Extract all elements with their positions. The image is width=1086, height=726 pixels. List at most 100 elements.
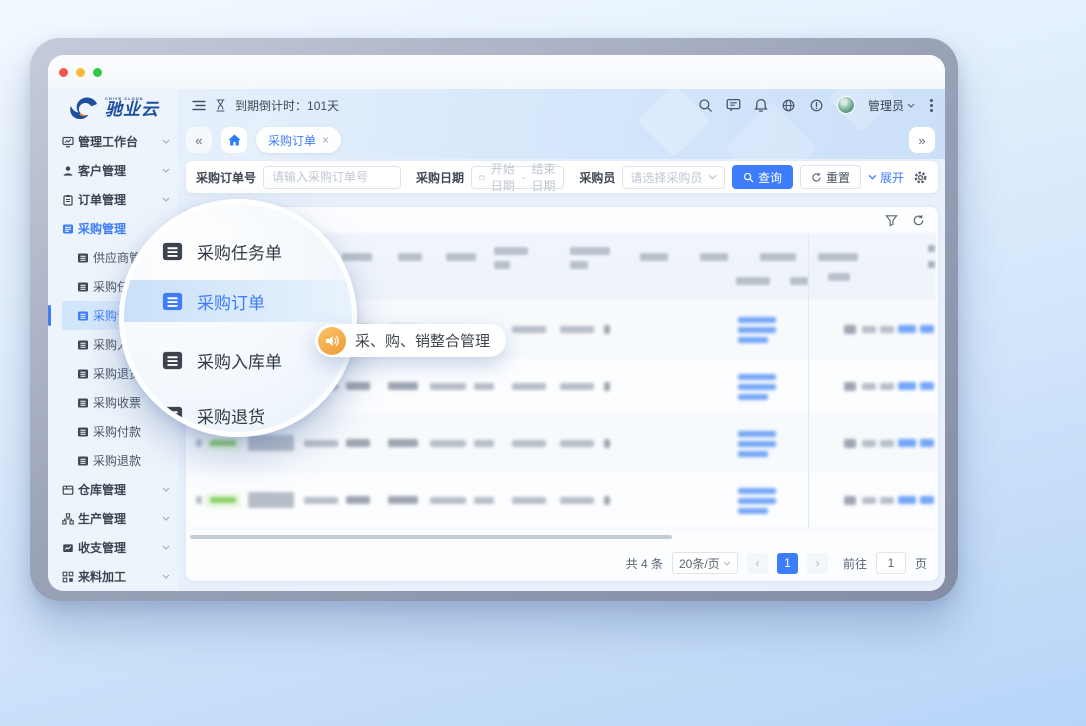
chevron-down-icon <box>868 174 877 180</box>
blurred-cell <box>844 496 856 505</box>
tabs-scroll-right-button[interactable]: » <box>909 127 935 153</box>
processing-icon <box>62 571 74 583</box>
blurred-cell <box>604 439 610 448</box>
pagination-total: 共 4 条 <box>626 555 663 572</box>
blurred-cell <box>248 435 294 451</box>
reset-button[interactable]: 重置 <box>800 165 861 189</box>
list-icon <box>77 252 89 264</box>
window-titlebar <box>48 55 945 89</box>
sidebar-submenu-item[interactable]: 采购退款 <box>62 446 178 475</box>
goto-page-input[interactable] <box>876 552 906 574</box>
page-1-button[interactable]: 1 <box>777 553 798 574</box>
blurred-cell <box>248 492 294 508</box>
blurred-cell <box>640 253 668 261</box>
horizontal-scrollbar[interactable] <box>186 533 938 541</box>
sidebar-item-customers[interactable]: 客户管理 <box>48 156 178 185</box>
blurred-cell <box>474 497 494 504</box>
blurred-cell <box>738 327 776 333</box>
sidebar-item-processing[interactable]: 来料加工 <box>48 562 178 591</box>
sidebar-item-label: 订单管理 <box>78 191 126 208</box>
list-icon <box>161 404 184 427</box>
user-avatar[interactable] <box>837 96 855 114</box>
blurred-cell <box>346 382 370 390</box>
chevron-down-icon <box>907 103 915 108</box>
prev-page-button[interactable]: ‹ <box>747 553 768 574</box>
sidebar-item-workbench[interactable]: 管理工作台 <box>48 127 178 156</box>
status-badge <box>205 436 241 451</box>
magnified-item-purchase-task[interactable]: 采购任务单 <box>124 230 352 272</box>
speaker-icon <box>318 327 346 355</box>
desktop-background: CHIYE CLOUD 驰业云 管理工作台 客户管理 <box>0 0 1086 726</box>
order-no-input[interactable] <box>263 166 401 189</box>
next-page-button[interactable]: › <box>807 553 828 574</box>
blurred-cell <box>388 439 418 447</box>
filter-funnel-icon[interactable] <box>885 214 898 227</box>
blurred-cell <box>920 496 934 504</box>
buyer-select[interactable]: 请选择采购员 <box>622 166 725 189</box>
expand-filters-link[interactable]: 展开 <box>868 169 904 186</box>
header-banner: 到期倒计时：101天 管理员 <box>178 89 945 159</box>
blurred-cell <box>738 498 776 504</box>
hourglass-icon <box>215 99 226 112</box>
blurred-cell <box>700 253 728 261</box>
search-button[interactable]: 查询 <box>732 165 793 189</box>
blurred-cell <box>862 497 876 504</box>
tab-purchase-order[interactable]: 采购订单 × <box>256 127 341 153</box>
page-size-select[interactable]: 20条/页 <box>672 552 738 574</box>
blurred-cell <box>738 508 768 514</box>
blurred-cell <box>738 337 768 343</box>
message-icon[interactable] <box>726 98 741 112</box>
sidebar-item-label: 客户管理 <box>78 162 126 179</box>
magnifier-circle: 采购任务单 采购订单 采购入库单 采购退货 <box>119 199 357 437</box>
tab-bar: « 采购订单 × » <box>178 121 945 159</box>
minimize-window-dot[interactable] <box>76 68 85 77</box>
blurred-cell <box>920 382 934 390</box>
date-range-picker[interactable]: 开始日期 - 结束日期 <box>471 166 564 189</box>
blurred-cell <box>398 253 422 261</box>
globe-icon[interactable] <box>781 98 796 113</box>
chevron-down-icon <box>708 174 717 180</box>
home-button[interactable] <box>221 127 247 153</box>
search-icon[interactable] <box>698 98 713 113</box>
sidebar-item-warehouse[interactable]: 仓库管理 <box>48 475 178 504</box>
blurred-cell <box>430 383 466 390</box>
order-icon <box>62 194 74 206</box>
tab-label: 采购订单 <box>268 132 316 149</box>
username-menu[interactable]: 管理员 <box>868 97 915 114</box>
magnified-item-purchase-return[interactable]: 采购退货 <box>124 394 352 436</box>
more-options-icon[interactable] <box>928 97 935 114</box>
blurred-cell <box>446 253 476 261</box>
list-icon <box>77 455 89 467</box>
info-icon[interactable] <box>809 98 824 113</box>
tabs-scroll-left-button[interactable]: « <box>186 127 212 153</box>
scrollbar-thumb[interactable] <box>190 535 672 539</box>
sidebar-item-production[interactable]: 生产管理 <box>48 504 178 533</box>
sidebar-item-orders[interactable]: 订单管理 <box>48 185 178 214</box>
filter-settings-gear-icon[interactable] <box>913 170 928 185</box>
warehouse-icon <box>62 484 74 496</box>
navbar-actions: 管理员 <box>698 96 935 114</box>
bell-icon[interactable] <box>754 98 768 113</box>
blurred-cell <box>604 382 610 391</box>
tab-close-icon[interactable]: × <box>322 133 329 147</box>
close-window-dot[interactable] <box>59 68 68 77</box>
blurred-cell <box>760 253 796 261</box>
blurred-cell <box>304 440 338 447</box>
sidebar-item-label: 采购管理 <box>78 220 126 237</box>
table-row[interactable] <box>186 472 938 529</box>
sidebar-item-finance[interactable]: 收支管理 <box>48 533 178 562</box>
blurred-cell <box>196 496 202 504</box>
maximize-window-dot[interactable] <box>93 68 102 77</box>
collapse-menu-icon[interactable] <box>192 100 206 111</box>
refresh-icon[interactable] <box>912 214 925 227</box>
list-icon <box>77 281 89 293</box>
blurred-cell <box>844 325 856 334</box>
magnified-item-purchase-order[interactable]: 采购订单 <box>124 280 352 322</box>
blurred-cell <box>920 325 934 333</box>
list-icon <box>77 339 89 351</box>
blurred-cell <box>928 245 935 252</box>
blurred-cell <box>430 497 466 504</box>
blurred-cell <box>512 440 546 447</box>
chevron-down-icon <box>162 545 170 550</box>
dashboard-icon <box>62 136 74 148</box>
